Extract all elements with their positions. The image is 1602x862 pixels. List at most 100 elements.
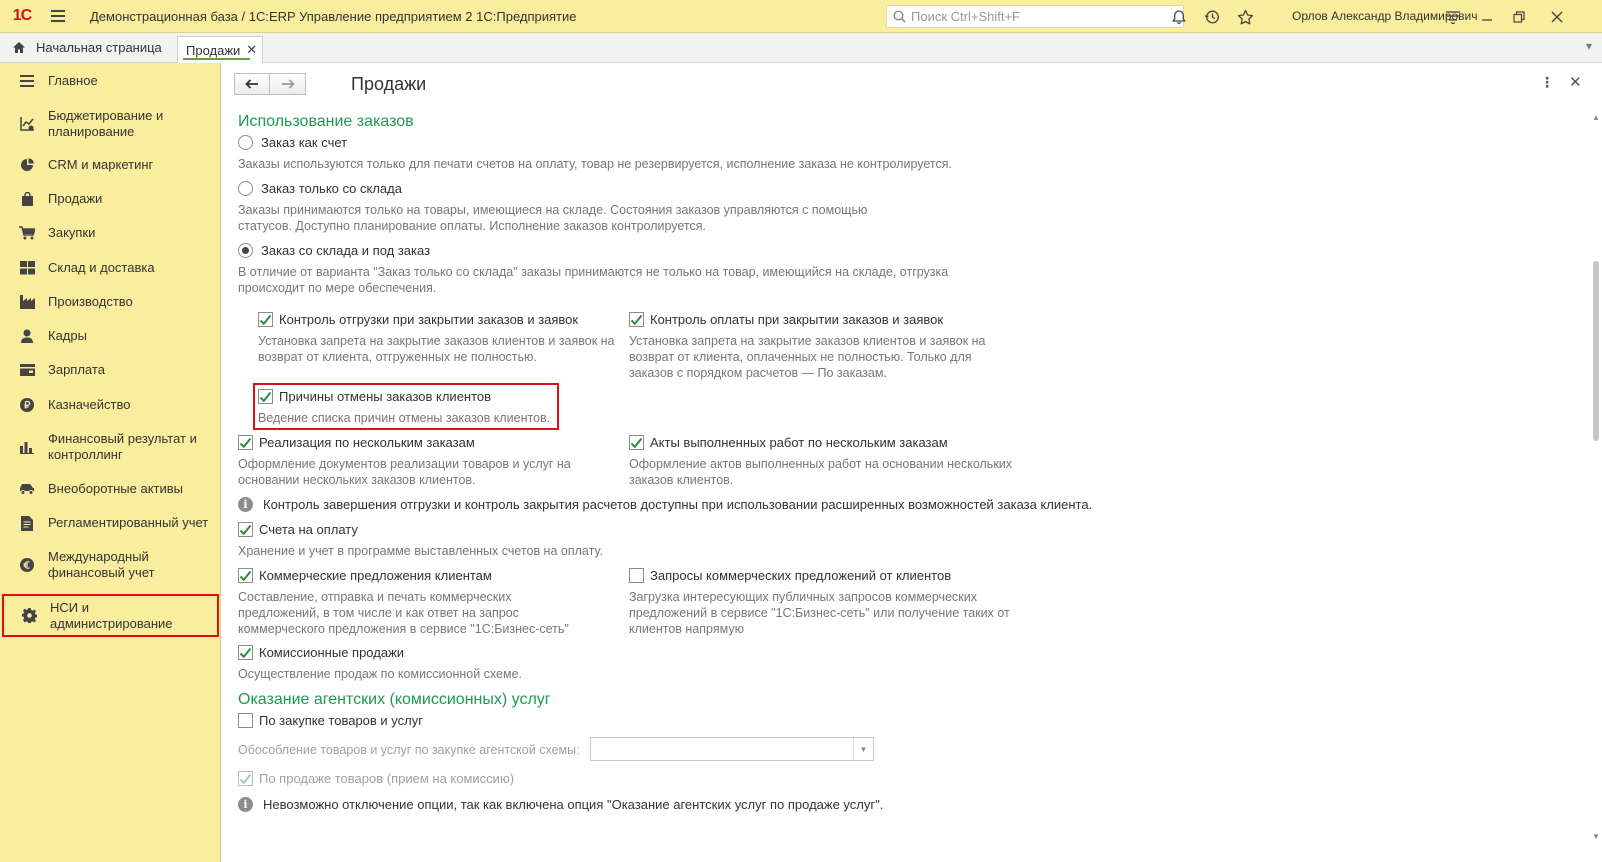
sidebar-item-purchases[interactable]: Закупки [0, 224, 221, 242]
checkbox-purchase-agent[interactable]: По закупке товаров и услуг [238, 713, 423, 728]
sidebar-item-international[interactable]: Международный финансовый учет [0, 548, 221, 582]
checkbox-proposal-requests[interactable]: Запросы коммерческих предложений от клие… [629, 568, 951, 583]
info-icon: i [238, 797, 253, 812]
check-icon [630, 437, 643, 448]
checkbox-desc: Осуществление продаж по комиссионной схе… [238, 667, 522, 681]
checkbox[interactable] [629, 568, 644, 583]
scrollbar[interactable]: ▲ ▼ [1592, 113, 1600, 841]
nav-buttons [234, 73, 306, 95]
restore-icon[interactable] [1508, 6, 1530, 28]
sidebar-item-hr[interactable]: Кадры [0, 327, 221, 345]
checkbox[interactable] [258, 312, 273, 327]
person-icon [18, 329, 36, 343]
sidebar-item-main[interactable]: Главное [0, 72, 221, 90]
scroll-up-icon[interactable]: ▲ [1592, 113, 1600, 122]
minimize-icon[interactable] [1476, 6, 1498, 28]
bag-icon [18, 192, 36, 206]
checkbox[interactable] [238, 522, 253, 537]
history-icon[interactable] [1201, 6, 1223, 28]
checkbox[interactable] [238, 645, 253, 660]
sidebar-item-label: Зарплата [48, 362, 105, 377]
search-box[interactable] [886, 5, 1184, 28]
checkbox-cancel-reasons[interactable]: Причины отмены заказов клиентов [258, 389, 491, 404]
checkbox-desc: заказов клиентов. [629, 473, 734, 487]
radio-order-stock-and-custom[interactable]: Заказ со склада и под заказ [238, 243, 430, 258]
back-button[interactable] [234, 73, 270, 95]
tabs-scroll-icon[interactable]: ▾ [1586, 39, 1592, 53]
check-icon [239, 773, 252, 784]
sidebar-item-admin[interactable]: НСИ и администрирование [2, 594, 219, 637]
checkbox[interactable] [238, 713, 253, 728]
checkbox[interactable] [238, 435, 253, 450]
tab-sales[interactable]: Продажи ✕ [177, 36, 263, 63]
checkbox-shipment-control[interactable]: Контроль отгрузки при закрытии заказов и… [258, 312, 578, 327]
sidebar-item-assets[interactable]: Внеоборотные активы [0, 480, 221, 498]
sidebar-item-treasury[interactable]: Казначейство [0, 396, 221, 414]
checkbox-payment-control[interactable]: Контроль оплаты при закрытии заказов и з… [629, 312, 943, 327]
checkbox-commission[interactable]: Комиссионные продажи [238, 645, 404, 660]
sidebar-item-production[interactable]: Производство [0, 293, 221, 311]
settings-menu-icon[interactable] [1442, 6, 1464, 28]
sidebar-item-crm[interactable]: CRM и маркетинг [0, 156, 221, 174]
tab-home[interactable]: Начальная страница [0, 33, 172, 62]
radio-button[interactable] [238, 181, 253, 196]
radio-label: Заказ только со склада [261, 181, 402, 196]
checkbox-multi-orders[interactable]: Реализация по нескольким заказам [238, 435, 475, 450]
sidebar-item-salary[interactable]: Зарплата [0, 361, 221, 379]
sidebar-item-label: Продажи [48, 191, 103, 206]
radio-order-from-stock[interactable]: Заказ только со склада [238, 181, 402, 196]
checkbox-desc: Оформление документов реализации товаров… [238, 457, 571, 471]
sidebar-item-warehouse[interactable]: Склад и доставка [0, 259, 221, 277]
sidebar-item-label: Финансовый результат и контроллинг [48, 431, 197, 462]
forward-button[interactable] [270, 73, 306, 95]
checkbox-proposals[interactable]: Коммерческие предложения клиентам [238, 568, 492, 583]
sidebar: Главное Бюджетирование и планирование CR… [0, 63, 221, 862]
sidebar-item-label: Склад и доставка [48, 260, 155, 275]
checkbox[interactable] [629, 435, 644, 450]
bar-chart-icon [18, 440, 36, 454]
app-title: Демонстрационная база / 1С:ERP Управлени… [90, 8, 577, 24]
checkbox-label: Комиссионные продажи [259, 645, 405, 660]
sidebar-item-label: Казначейство [48, 397, 131, 412]
checkbox[interactable] [238, 568, 253, 583]
checkbox-acts[interactable]: Акты выполненных работ по нескольким зак… [629, 435, 948, 450]
main-menu-icon[interactable] [44, 0, 72, 33]
sidebar-item-budget[interactable]: Бюджетирование и планирование [0, 107, 221, 141]
sidebar-item-label: Главное [48, 73, 98, 88]
tab-close-icon[interactable]: ✕ [246, 42, 257, 58]
checkbox-disabled [238, 771, 253, 786]
bell-icon[interactable] [1168, 6, 1190, 28]
more-options-icon[interactable]: ⋮ [1540, 74, 1554, 91]
car-icon [18, 483, 36, 495]
radio-desc: В отличие от варианта "Заказ только со с… [238, 265, 949, 279]
checkbox[interactable] [629, 312, 644, 327]
check-icon [630, 314, 643, 325]
sidebar-item-label: Внеоборотные активы [48, 481, 184, 496]
check-icon [239, 437, 252, 448]
search-input[interactable] [911, 9, 1171, 24]
radio-button-selected[interactable] [238, 243, 253, 258]
window-close-icon[interactable] [1546, 6, 1568, 28]
checkbox-desc: Установка запрета на закрытие заказов кл… [629, 334, 986, 348]
sidebar-item-finance[interactable]: Финансовый результат и контроллинг [0, 430, 221, 464]
checkbox-desc: предложений, в том числе и как ответ на … [238, 606, 519, 620]
chevron-down-icon[interactable]: ▼ [853, 738, 873, 760]
separation-select[interactable]: ▼ [590, 737, 874, 761]
star-icon[interactable] [1234, 6, 1256, 28]
checkbox-invoices[interactable]: Счета на оплату [238, 522, 358, 537]
info-note-agent: i Невозможно отключение опции, так как в… [238, 797, 883, 812]
checkbox-label: По продаже товаров (прием на комиссию) [259, 771, 515, 786]
checkbox[interactable] [258, 389, 273, 404]
radio-desc: Заказы принимаются только на товары, име… [238, 203, 868, 217]
radio-order-as-invoice[interactable]: Заказ как счет [238, 135, 347, 150]
checkbox-desc: Хранение и учет в программе выставленных… [238, 544, 603, 558]
checkbox-label: По закупке товаров и услуг [259, 713, 423, 728]
scroll-down-icon[interactable]: ▼ [1592, 832, 1600, 841]
sidebar-item-sales[interactable]: Продажи [0, 190, 221, 208]
checkbox-desc: возврат от клиента, оплаченных не полнос… [629, 350, 972, 364]
radio-button[interactable] [238, 135, 253, 150]
sidebar-item-regulated[interactable]: Регламентированный учет [0, 514, 221, 532]
app-logo[interactable]: 1С [0, 0, 44, 33]
scroll-thumb[interactable] [1593, 261, 1599, 441]
form-close-icon[interactable]: ✕ [1569, 73, 1582, 91]
